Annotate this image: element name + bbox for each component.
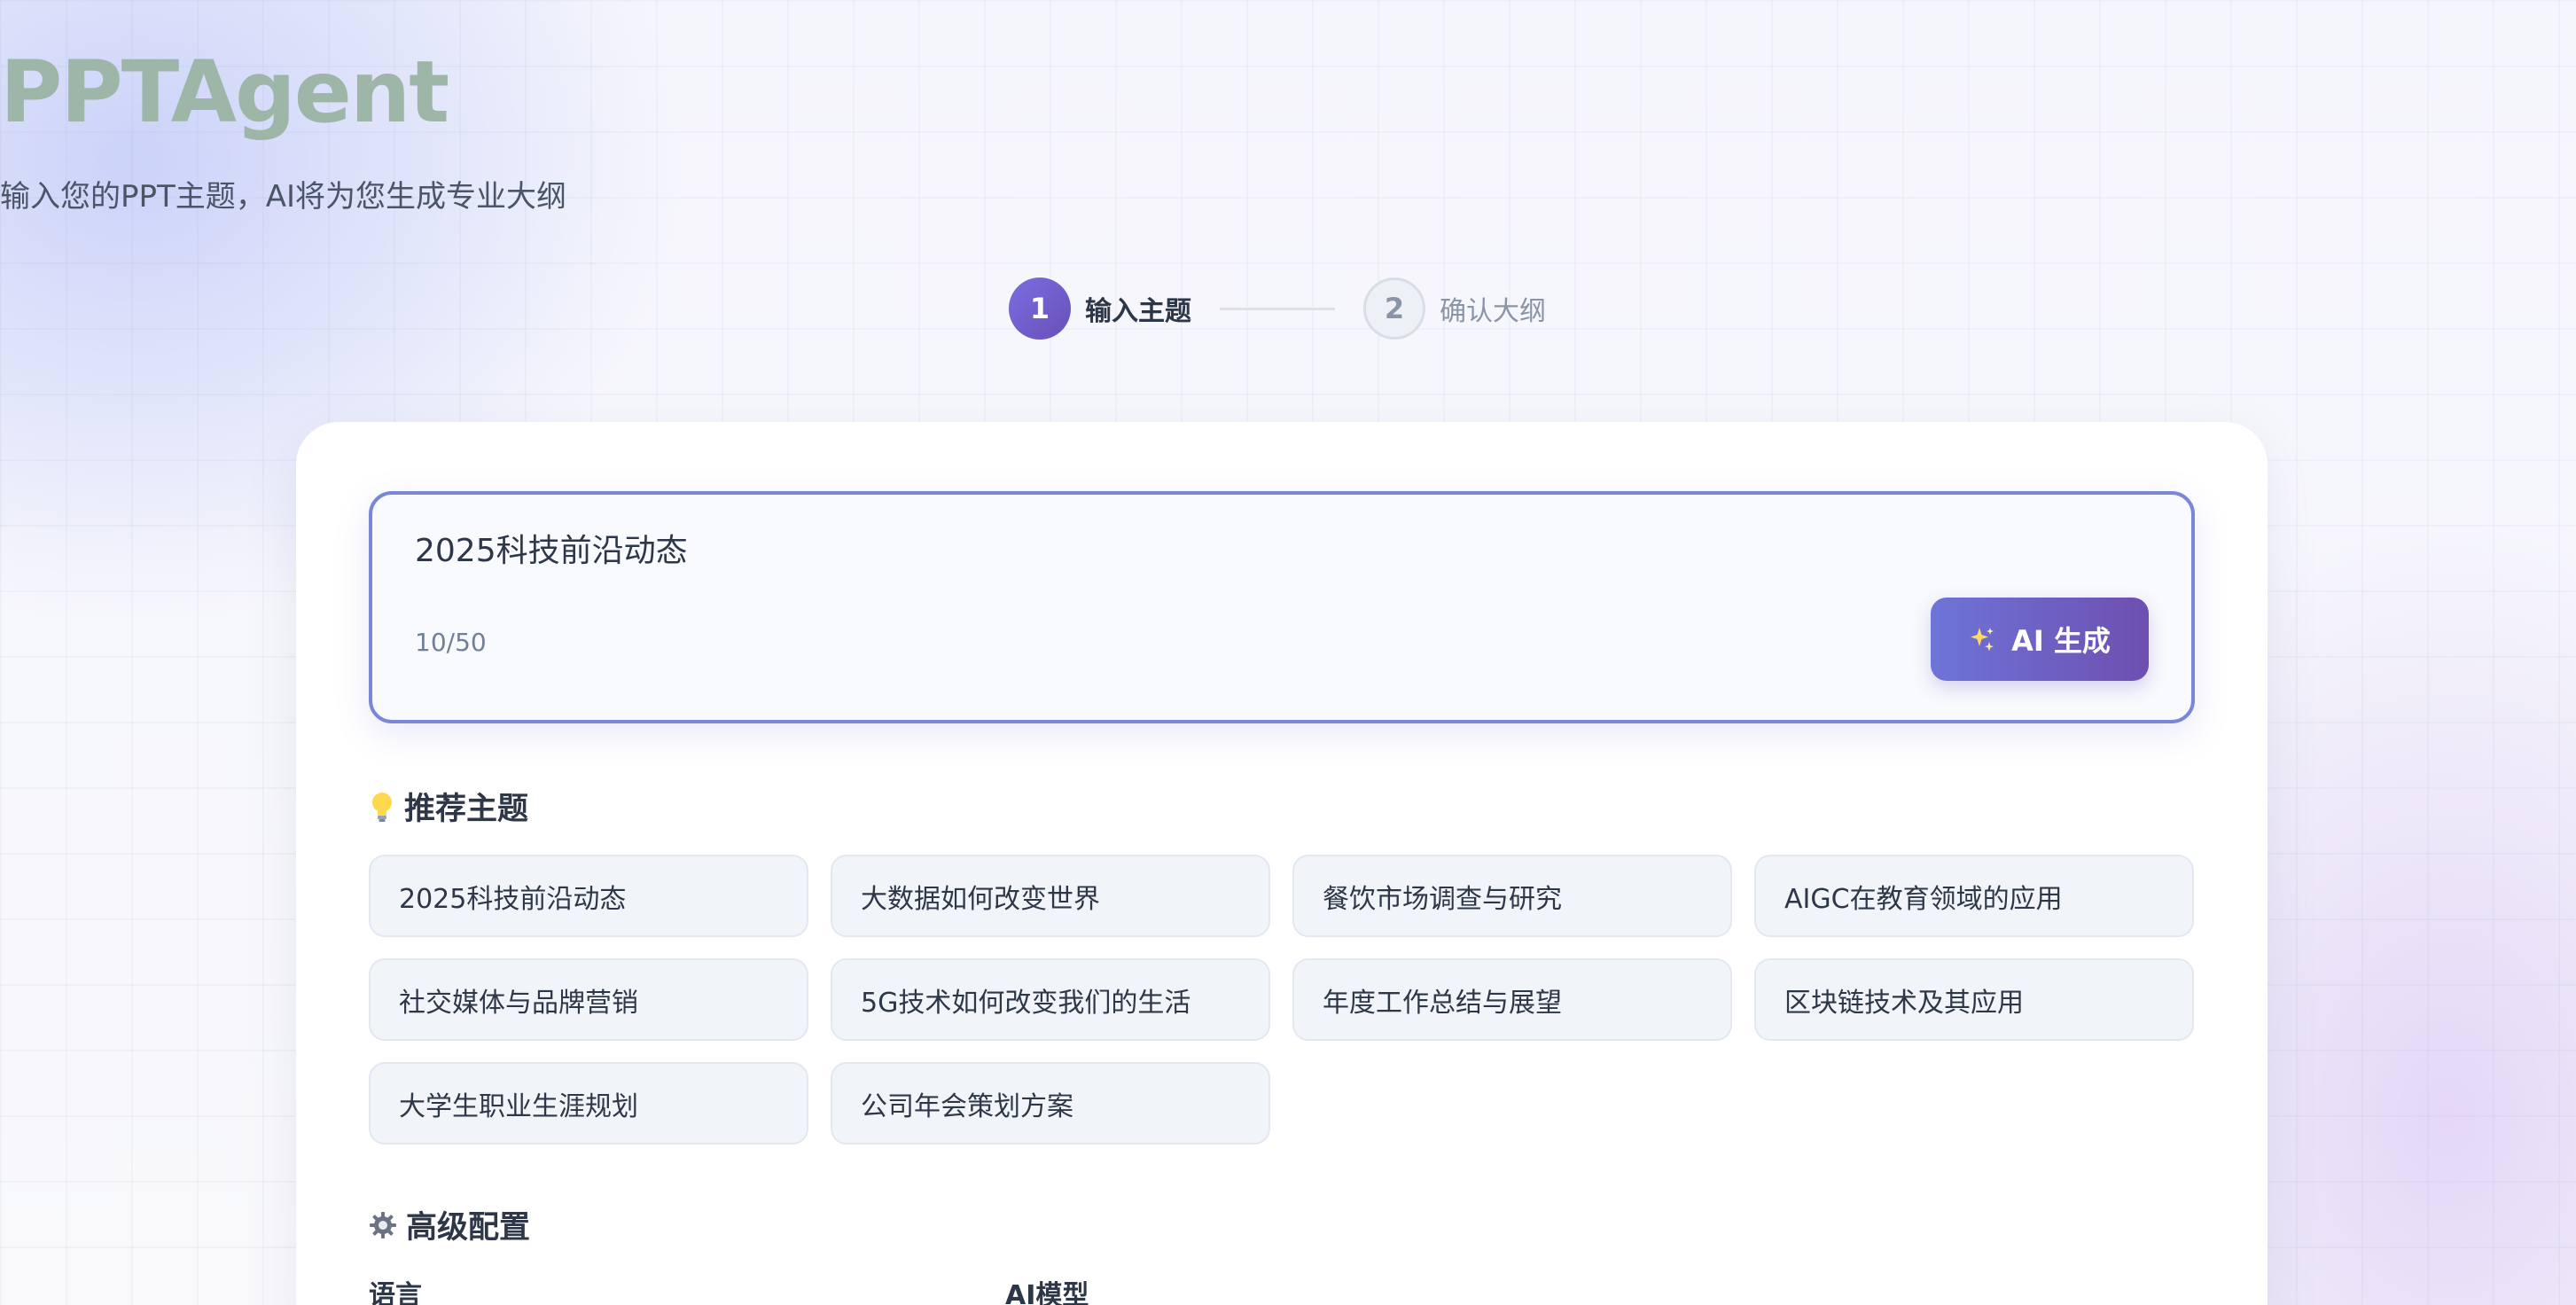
char-counter: 10/50 <box>415 628 487 657</box>
advanced-section-title: 高级配置 <box>369 1202 530 1247</box>
sparkles-icon <box>1971 628 1994 652</box>
language-label: 语言 <box>369 1280 422 1305</box>
topic-chip[interactable]: 年度工作总结与展望 <box>1292 958 1732 1041</box>
step-1-number: 1 <box>1009 277 1071 340</box>
step-2-number: 2 <box>1363 277 1425 340</box>
advanced-title: 高级配置 <box>406 1210 531 1246</box>
topic-chip[interactable]: 社交媒体与品牌营销 <box>369 958 808 1041</box>
recommended-section-title: 推荐主题 <box>369 784 528 829</box>
topic-chip[interactable]: AIGC在教育领域的应用 <box>1754 855 2194 937</box>
recommended-topics: 2025科技前沿动态 大数据如何改变世界 餐饮市场调查与研究 AIGC在教育领域… <box>369 855 2195 1145</box>
ai-model-label: AI模型 <box>1005 1280 1089 1305</box>
main-card: 2025科技前沿动态 10/50 AI 生成 推荐主题 2025科技前沿动态 大… <box>296 422 2268 1305</box>
step-connector <box>1220 307 1335 310</box>
gear-icon <box>370 1211 396 1239</box>
topic-chip[interactable]: 餐饮市场调查与研究 <box>1292 855 1732 937</box>
step-1-label: 输入主题 <box>1085 296 1191 327</box>
topic-input-value[interactable]: 2025科技前沿动态 <box>415 525 688 571</box>
step-2-label: 确认大纲 <box>1440 296 1546 327</box>
topic-chip[interactable]: 5G技术如何改变我们的生活 <box>831 958 1270 1041</box>
app-title: PPTAgent <box>0 43 449 142</box>
topic-chip[interactable]: 公司年会策划方案 <box>831 1062 1270 1145</box>
ai-generate-label: AI 生成 <box>2011 624 2111 658</box>
topic-chip[interactable]: 大数据如何改变世界 <box>831 855 1270 937</box>
topic-chip[interactable]: 大学生职业生涯规划 <box>369 1062 808 1145</box>
topic-chip[interactable]: 2025科技前沿动态 <box>369 855 808 937</box>
lightbulb-icon <box>372 792 392 822</box>
page-subtitle: 输入您的PPT主题，AI将为您生成专业大纲 <box>0 179 567 215</box>
step-indicator: 1 输入主题 2 确认大纲 <box>1009 277 1546 340</box>
topic-input[interactable]: 2025科技前沿动态 10/50 AI 生成 <box>369 491 2195 723</box>
ai-generate-button[interactable]: AI 生成 <box>1931 598 2149 681</box>
recommended-title: 推荐主题 <box>404 792 529 827</box>
topic-chip[interactable]: 区块链技术及其应用 <box>1754 958 2194 1041</box>
